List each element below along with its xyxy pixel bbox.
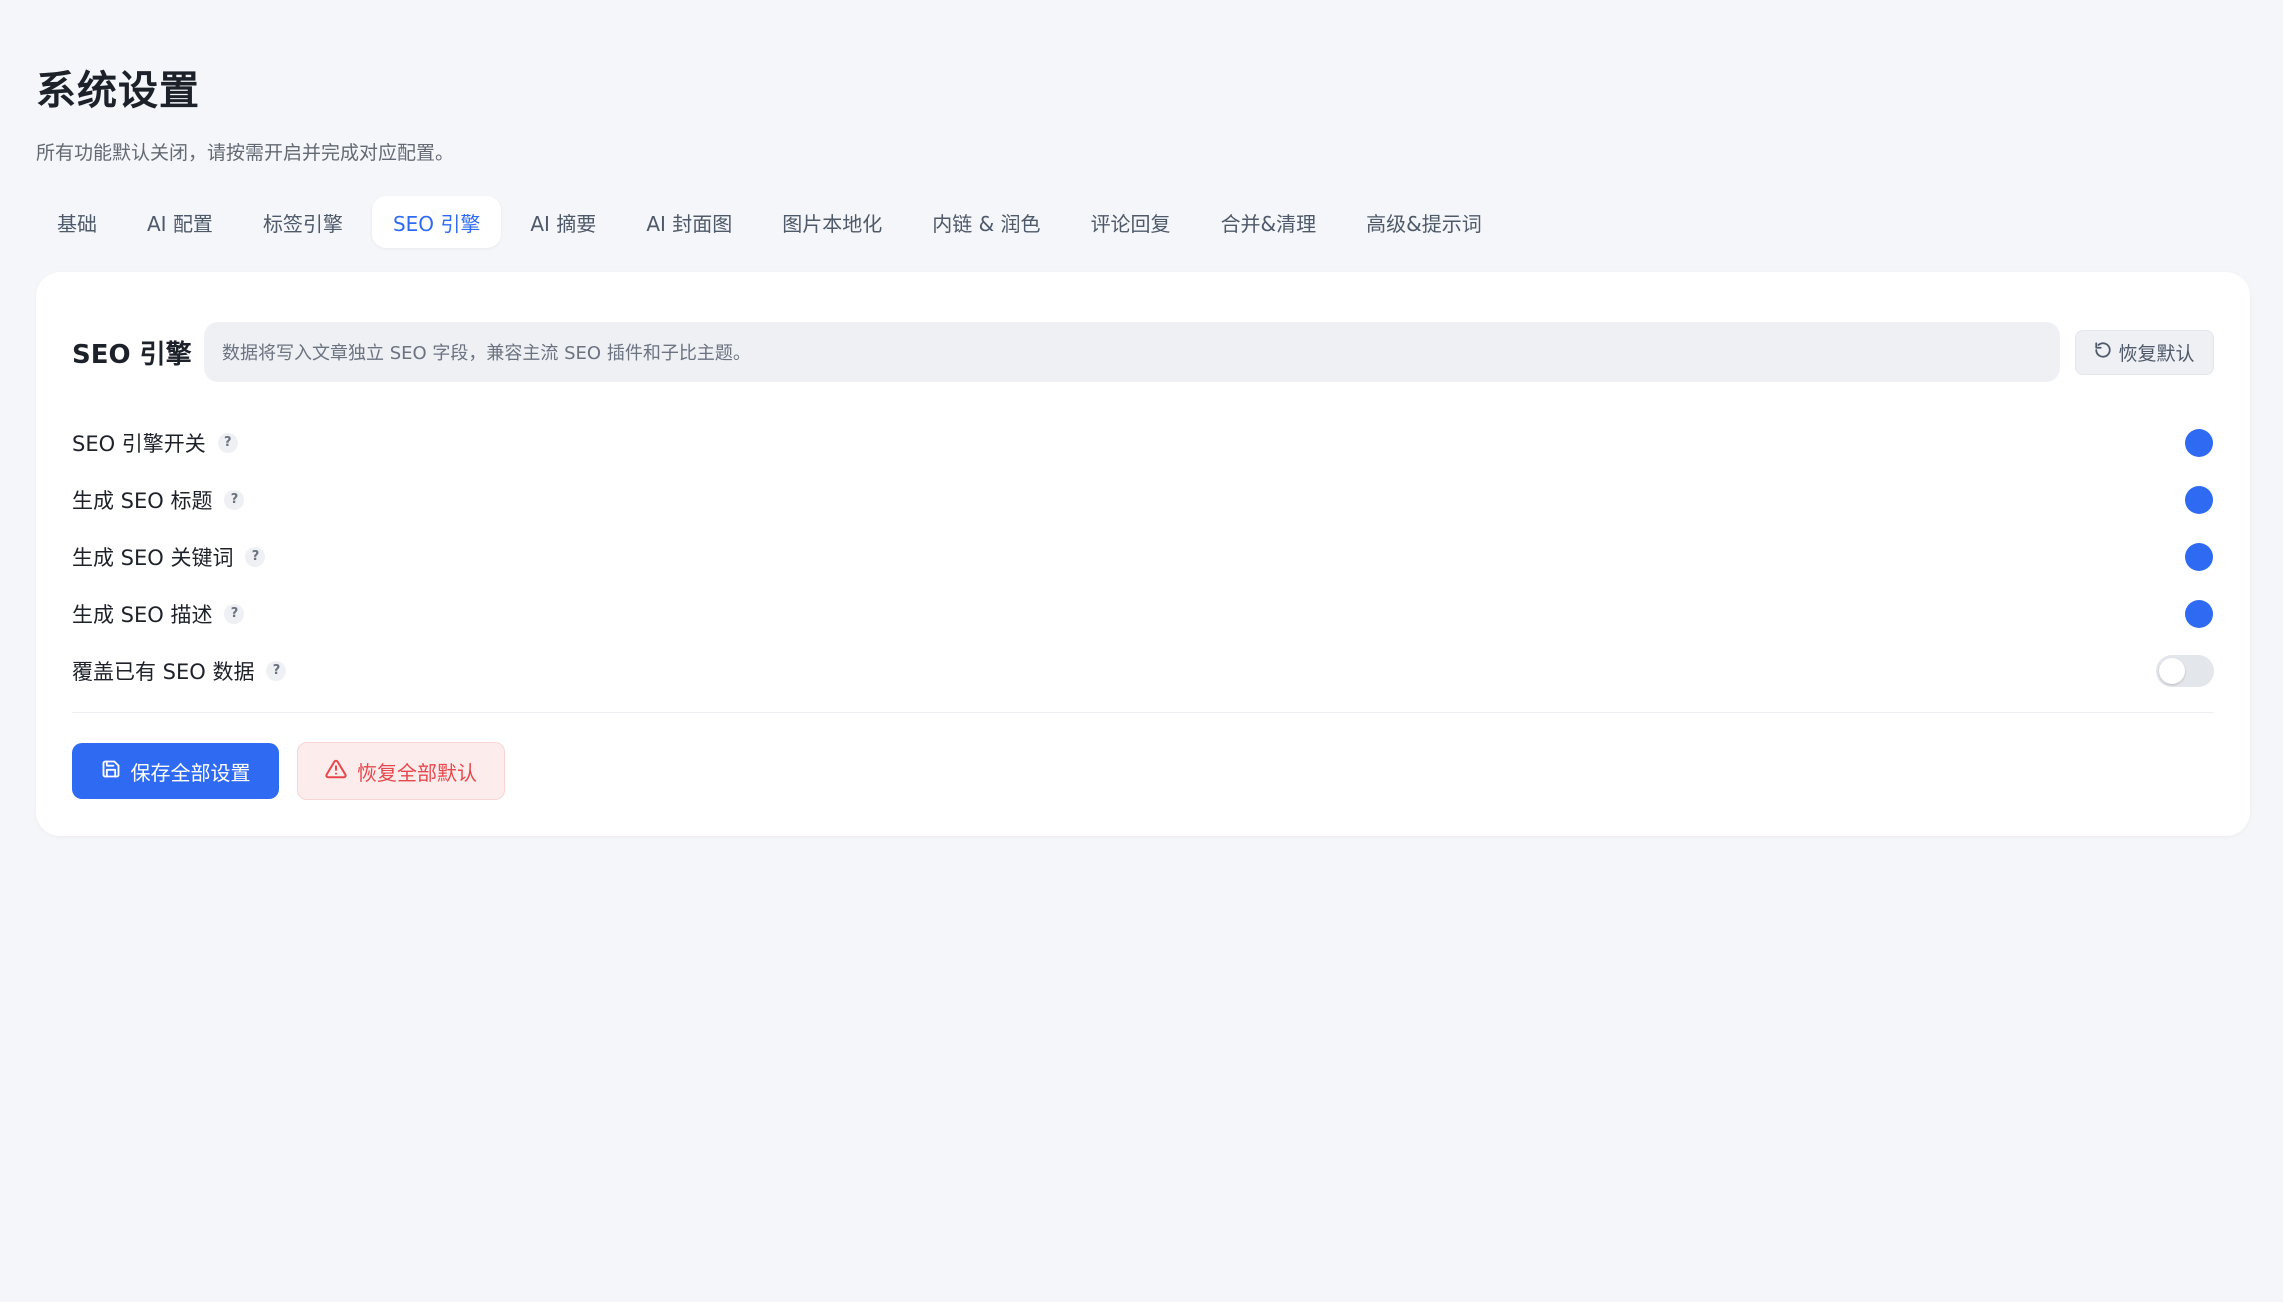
setting-label: 生成 SEO 描述 (72, 602, 213, 627)
help-icon[interactable]: ? (245, 546, 266, 567)
restore-all-button[interactable]: 恢复全部默认 (297, 742, 505, 800)
toggle-seo-keywords[interactable] (2185, 542, 2213, 571)
section-title: SEO 引擎 (72, 340, 192, 370)
settings-list: SEO 引擎开关 ? 生成 SEO 标题 ? 生成 SEO 关键词 ? 生成 S… (72, 414, 2214, 699)
setting-row-seo-engine: SEO 引擎开关 ? (72, 414, 2214, 471)
toggle-seo-title[interactable] (2185, 485, 2213, 514)
tab-merge-cleanup[interactable]: 合并&清理 (1200, 196, 1338, 248)
tab-seo-engine[interactable]: SEO 引擎 (371, 196, 502, 248)
reset-section-label: 恢复默认 (2118, 343, 2195, 365)
notice-text: 数据将写入文章独立 SEO 字段，兼容主流 SEO 插件和子比主题。 (222, 343, 751, 364)
tab-basic[interactable]: 基础 (36, 196, 118, 248)
restore-all-label: 恢复全部默认 (357, 760, 477, 785)
tab-ai-config[interactable]: AI 配置 (126, 196, 234, 248)
refresh-icon (2094, 341, 2112, 364)
setting-label: SEO 引擎开关 (72, 431, 206, 456)
toggle-seo-description[interactable] (2185, 599, 2213, 628)
setting-label: 生成 SEO 标题 (72, 488, 213, 513)
tab-advanced-prompts[interactable]: 高级&提示词 (1345, 196, 1503, 248)
toggle-overwrite-seo[interactable] (2156, 654, 2214, 687)
setting-row-seo-keywords: 生成 SEO 关键词 ? (72, 528, 2214, 585)
toggle-seo-engine[interactable] (2185, 428, 2213, 457)
settings-tabs: 基础 AI 配置 标签引擎 SEO 引擎 AI 摘要 AI 封面图 图片本地化 … (36, 196, 1511, 248)
save-all-button[interactable]: 保存全部设置 (72, 743, 279, 799)
tab-internal-links[interactable]: 内链 & 润色 (911, 196, 1061, 248)
setting-label: 覆盖已有 SEO 数据 (72, 659, 255, 684)
divider (72, 712, 2214, 713)
save-icon (101, 759, 121, 784)
help-icon[interactable]: ? (224, 603, 245, 624)
setting-row-overwrite-seo: 覆盖已有 SEO 数据 ? (72, 642, 2214, 699)
tab-image-localize[interactable]: 图片本地化 (761, 196, 903, 248)
help-icon[interactable]: ? (266, 660, 287, 681)
card-header: SEO 引擎 数据将写入文章独立 SEO 字段，兼容主流 SEO 插件和子比主题… (72, 322, 2214, 382)
info-notice: 数据将写入文章独立 SEO 字段，兼容主流 SEO 插件和子比主题。 (204, 322, 2060, 382)
warning-icon (325, 758, 347, 785)
toggle-knob (2159, 657, 2185, 684)
save-all-label: 保存全部设置 (130, 760, 251, 785)
seo-settings-card: SEO 引擎 数据将写入文章独立 SEO 字段，兼容主流 SEO 插件和子比主题… (36, 272, 2250, 836)
page-title: 系统设置 (36, 68, 200, 114)
page-subtitle: 所有功能默认关闭，请按需开启并完成对应配置。 (36, 142, 455, 164)
help-icon[interactable]: ? (217, 432, 238, 453)
reset-section-button[interactable]: 恢复默认 (2075, 330, 2214, 375)
tab-ai-cover[interactable]: AI 封面图 (625, 196, 753, 248)
setting-row-seo-description: 生成 SEO 描述 ? (72, 585, 2214, 642)
tab-comment-reply[interactable]: 评论回复 (1070, 196, 1192, 248)
settings-page: 系统设置 所有功能默认关闭，请按需开启并完成对应配置。 基础 AI 配置 标签引… (0, 0, 2283, 1302)
tab-ai-summary[interactable]: AI 摘要 (509, 196, 617, 248)
help-icon[interactable]: ? (224, 489, 245, 510)
setting-label: 生成 SEO 关键词 (72, 545, 234, 570)
tab-tag-engine[interactable]: 标签引擎 (242, 196, 364, 248)
setting-row-seo-title: 生成 SEO 标题 ? (72, 471, 2214, 528)
